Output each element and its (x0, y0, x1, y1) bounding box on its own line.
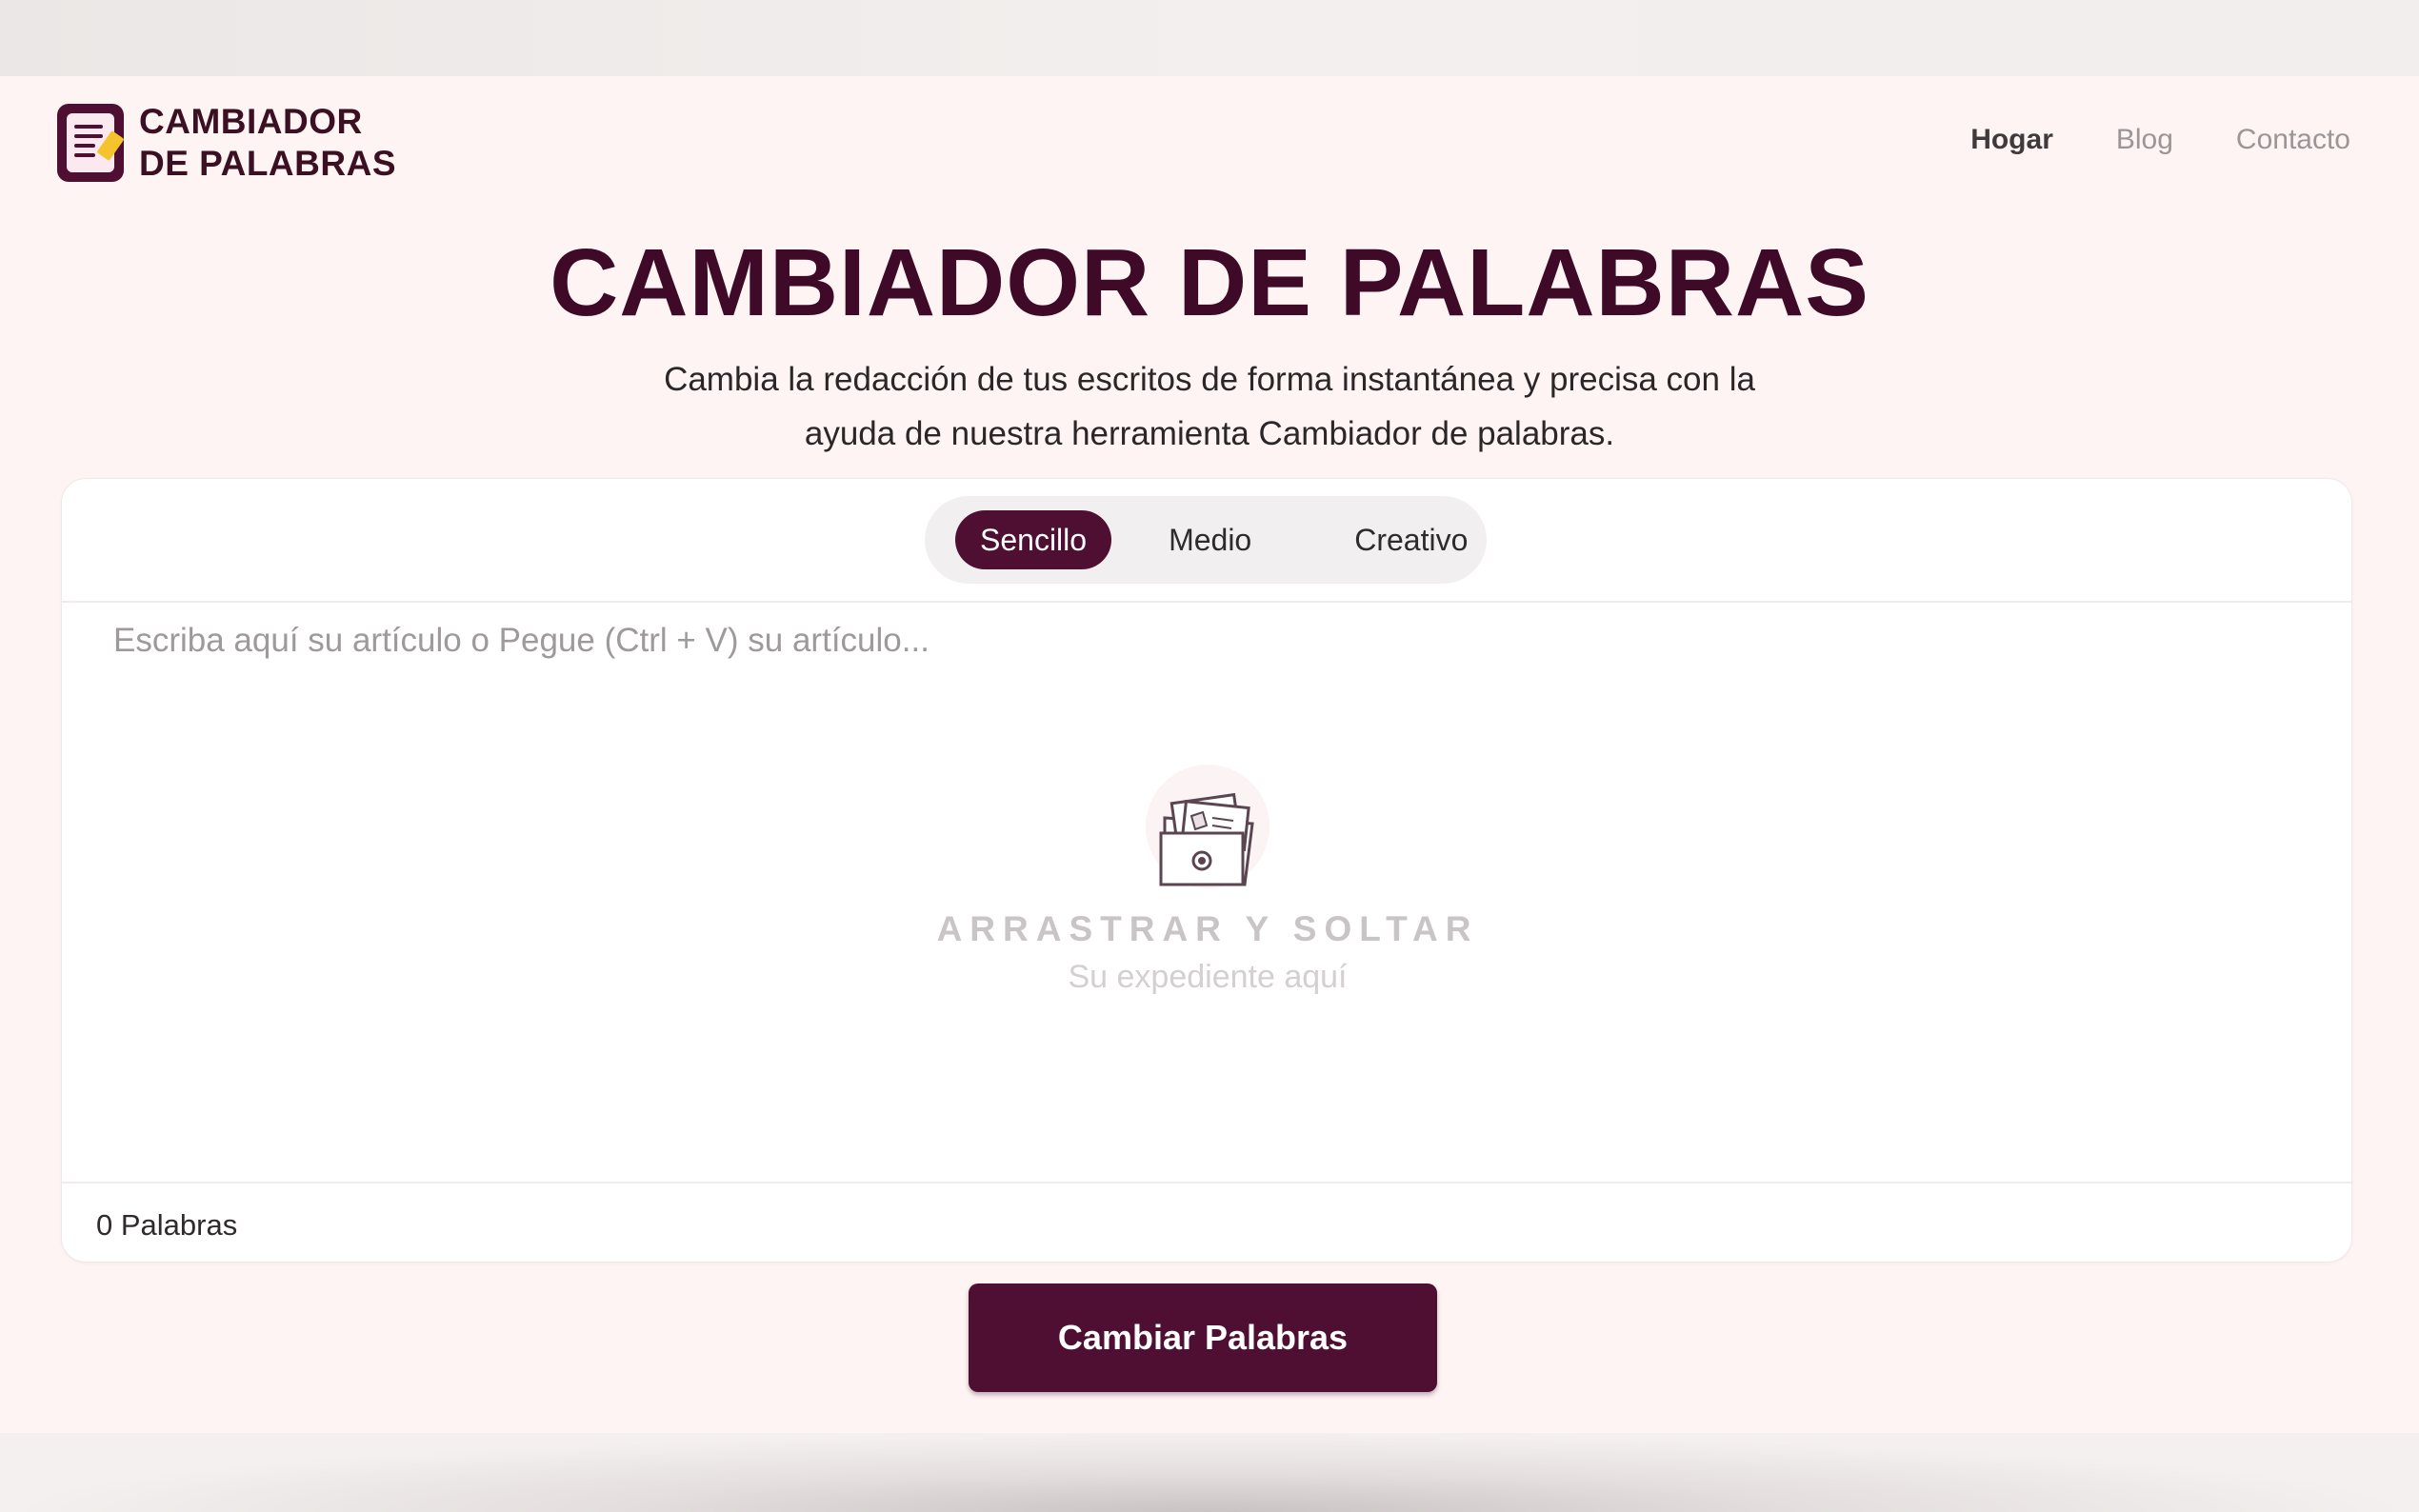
logo-line-2: DE PALABRAS (139, 144, 396, 183)
site-logo[interactable]: CAMBIADOR DE PALABRAS (57, 101, 396, 185)
document-pencil-icon (57, 104, 125, 182)
page-subtitle: Cambia la redacción de tus escritos de f… (664, 361, 1755, 452)
blurred-top-band (0, 0, 2419, 76)
logo-text: CAMBIADOR DE PALABRAS (139, 101, 396, 185)
mode-bar: Sencillo Medio Creativo (62, 479, 2351, 603)
input-placeholder: Escriba aquí su artículo o Pegue (Ctrl +… (113, 622, 930, 659)
nav-link-hogar[interactable]: Hogar (1970, 124, 2053, 156)
editor-card: Sencillo Medio Creativo Escriba aquí su … (61, 478, 2353, 1263)
main-nav: Hogar Blog Contacto (1970, 124, 2350, 156)
folder-upload-icon (1146, 765, 1269, 888)
nav-link-blog[interactable]: Blog (2116, 124, 2173, 156)
editor-footer: 0 Palabras (62, 1182, 2353, 1263)
mode-sencillo-tab[interactable]: Sencillo (955, 510, 1112, 569)
word-count: 0 Palabras (96, 1208, 238, 1242)
mode-medio-tab[interactable]: Medio (1144, 510, 1276, 569)
dropzone-title: ARRASTRAR Y SOLTAR (936, 909, 1479, 948)
logo-line-1: CAMBIADOR (139, 102, 363, 141)
article-input[interactable]: Escriba aquí su artículo o Pegue (Ctrl +… (62, 603, 2353, 1182)
mode-selector: Sencillo Medio Creativo (925, 496, 1487, 584)
dropzone-subtitle: Su expediente aquí (1068, 959, 1348, 995)
file-dropzone[interactable]: ARRASTRAR Y SOLTAR Su expediente aquí (922, 765, 1493, 1031)
page-title: CAMBIADOR DE PALABRAS (550, 229, 1869, 336)
blurred-bottom-band (0, 1433, 2419, 1512)
page: CAMBIADOR DE PALABRAS Hogar Blog Contact… (0, 76, 2419, 1433)
mode-creativo-tab[interactable]: Creativo (1329, 510, 1492, 569)
nav-link-contacto[interactable]: Contacto (2236, 124, 2350, 156)
cambiar-palabras-button[interactable]: Cambiar Palabras (969, 1283, 1437, 1392)
